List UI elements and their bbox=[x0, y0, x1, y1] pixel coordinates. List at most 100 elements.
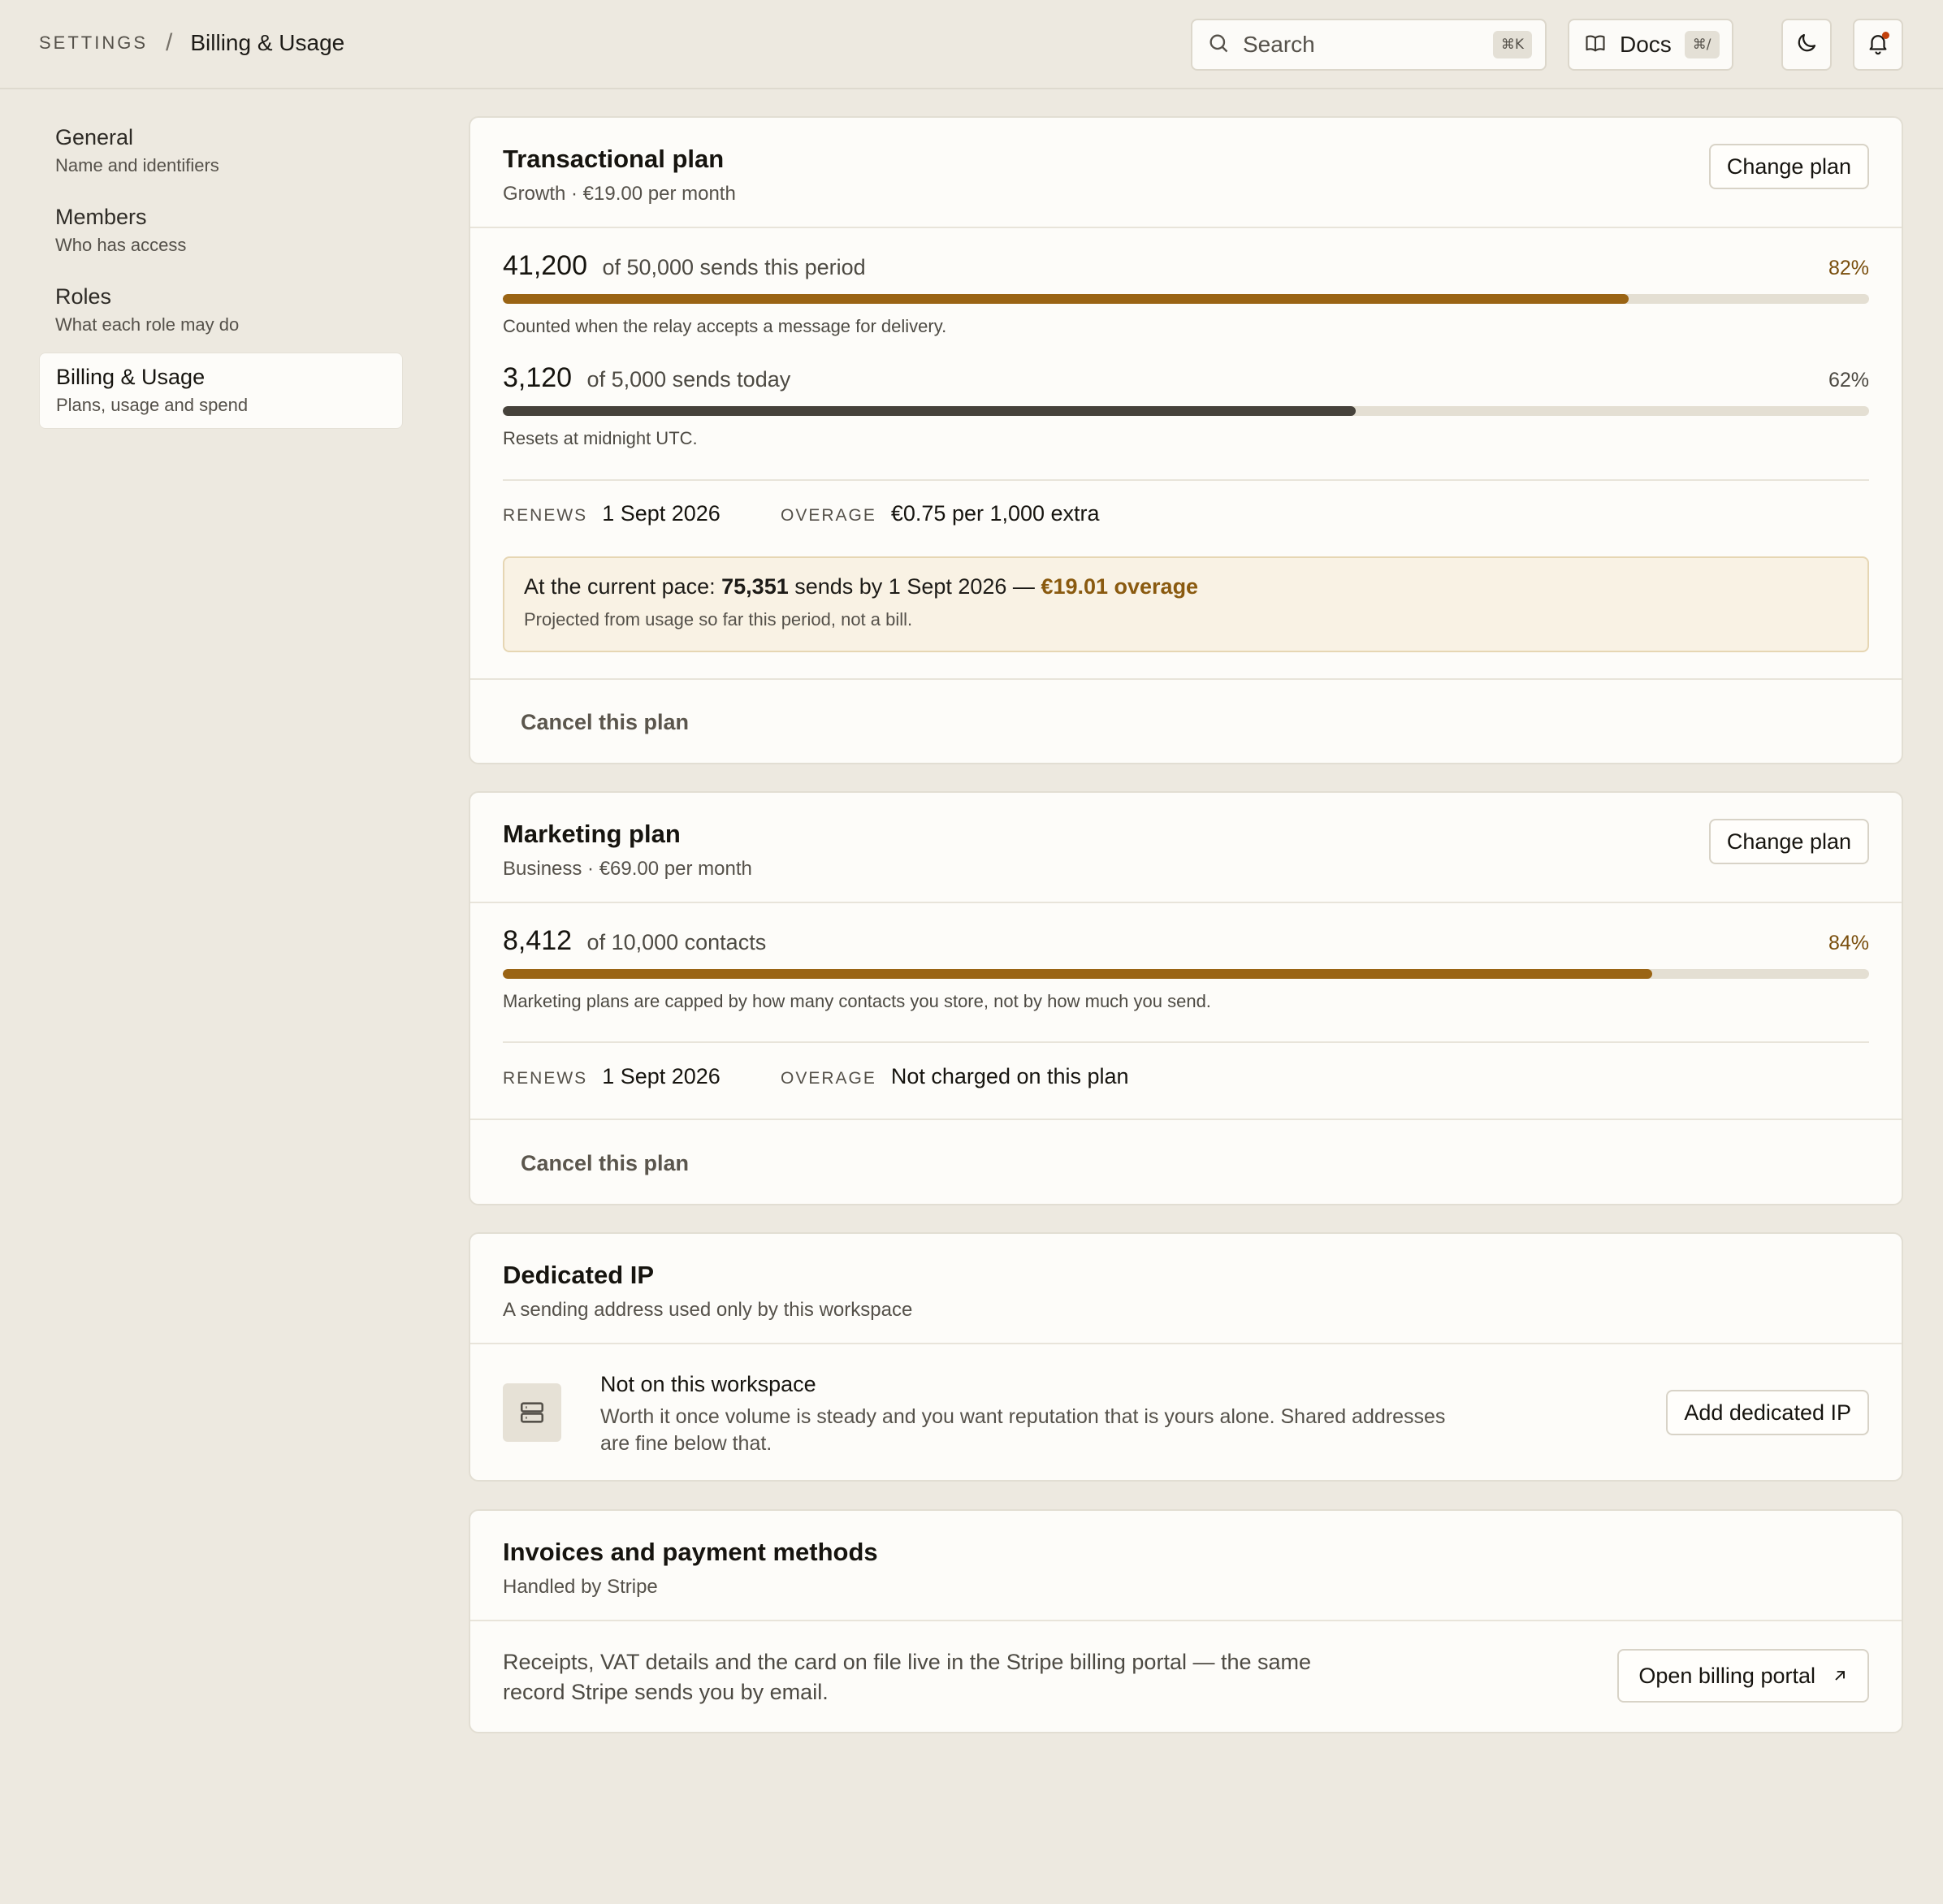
sidebar-item-description: Plans, usage and spend bbox=[56, 395, 249, 415]
progress-track bbox=[503, 406, 1869, 416]
sidebar-item-description: Name and identifiers bbox=[55, 155, 219, 175]
top-bar: SETTINGS / Billing & Usage Search ⌘K Doc… bbox=[0, 0, 1943, 89]
card-title: Dedicated IP bbox=[503, 1261, 655, 1289]
sidebar-item-general[interactable]: General Name and identifiers bbox=[39, 114, 403, 190]
divider bbox=[470, 902, 1902, 903]
notifications-button[interactable] bbox=[1853, 19, 1903, 71]
search-shortcut: ⌘K bbox=[1492, 31, 1532, 58]
search-icon bbox=[1207, 32, 1230, 58]
usage-value: 3,120 bbox=[503, 362, 573, 393]
book-icon bbox=[1584, 32, 1607, 58]
usage-limit: of 10,000 contacts bbox=[586, 930, 767, 954]
period-progress-bar bbox=[503, 294, 1869, 304]
divider bbox=[470, 1343, 1902, 1344]
usage-limit: of 50,000 sends this period bbox=[602, 255, 866, 279]
progress-fill bbox=[503, 969, 1652, 979]
card-subtitle: Business · €69.00 per month bbox=[503, 858, 752, 880]
docs-label: Docs bbox=[1620, 32, 1672, 57]
sidebar-item-label: General bbox=[55, 125, 134, 149]
usage-limit: of 5,000 sends today bbox=[586, 367, 791, 392]
progress-track bbox=[503, 969, 1869, 979]
sidebar-item-description: What each role may do bbox=[55, 314, 240, 335]
invoices-card: Invoices and payment methods Handled by … bbox=[469, 1509, 1903, 1733]
usage-percent: 84% bbox=[1828, 932, 1869, 954]
server-icon bbox=[503, 1383, 561, 1442]
sidebar-item-label: Roles bbox=[55, 284, 112, 309]
renews-key: RENEWS bbox=[503, 1069, 588, 1088]
usage-value: 8,412 bbox=[503, 925, 573, 956]
breadcrumb-current: Billing & Usage bbox=[190, 30, 345, 55]
sidebar-item-label: Members bbox=[55, 205, 147, 229]
renews-value: 1 Sept 2026 bbox=[602, 1064, 721, 1088]
card-title: Invoices and payment methods bbox=[503, 1538, 878, 1566]
notification-dot bbox=[1882, 32, 1889, 39]
sidebar-item-roles[interactable]: Roles What each role may do bbox=[39, 273, 403, 349]
overage-value: €0.75 per 1,000 extra bbox=[890, 501, 1100, 526]
docs-button[interactable]: Docs ⌘/ bbox=[1568, 19, 1733, 71]
overage-key: OVERAGE bbox=[781, 506, 876, 525]
sidebar-item-members[interactable]: Members Who has access bbox=[39, 193, 403, 270]
overage-value: Not charged on this plan bbox=[890, 1064, 1129, 1088]
projection-middle: sends by 1 Sept 2026 — bbox=[788, 574, 1041, 599]
renews-info: RENEWS 1 Sept 2026 bbox=[503, 1064, 721, 1089]
progress-fill bbox=[503, 406, 1356, 416]
button-label: Open billing portal bbox=[1638, 1663, 1815, 1688]
sidebar-item-label: Billing & Usage bbox=[56, 365, 206, 389]
theme-toggle-button[interactable] bbox=[1781, 19, 1832, 71]
external-link-icon bbox=[1832, 1668, 1848, 1684]
projection-overage: €19.01 overage bbox=[1041, 574, 1199, 599]
divider bbox=[503, 1041, 1869, 1043]
divider bbox=[470, 227, 1902, 228]
usage-note: Marketing plans are capped by how many c… bbox=[503, 991, 1211, 1011]
usage-projection: At the current pace: 75,351 sends by 1 S… bbox=[503, 556, 1869, 652]
status-title: Not on this workspace bbox=[600, 1372, 816, 1396]
projection-sends: 75,351 bbox=[721, 574, 789, 599]
search-input[interactable]: Search ⌘K bbox=[1191, 19, 1547, 71]
change-plan-button[interactable]: Change plan bbox=[1708, 144, 1869, 189]
breadcrumb-root[interactable]: SETTINGS bbox=[39, 32, 148, 54]
projection-prefix: At the current pace: bbox=[524, 574, 722, 599]
sidebar-item-billing[interactable]: Billing & Usage Plans, usage and spend bbox=[39, 353, 403, 429]
breadcrumb-separator: / bbox=[166, 29, 173, 56]
contacts-progress-bar bbox=[503, 969, 1869, 979]
settings-sidebar: General Name and identifiers Members Who… bbox=[39, 114, 403, 432]
period-usage-meter: 41,200 of 50,000 sends this period 82% bbox=[503, 250, 1869, 286]
add-dedicated-ip-button[interactable]: Add dedicated IP bbox=[1666, 1390, 1869, 1435]
moon-icon bbox=[1794, 31, 1819, 59]
sidebar-item-description: Who has access bbox=[55, 235, 187, 255]
dedicated-ip-status: Not on this workspace Worth it once volu… bbox=[600, 1372, 1461, 1457]
usage-value: 41,200 bbox=[503, 250, 587, 281]
divider bbox=[503, 479, 1869, 481]
search-label: Search bbox=[1243, 32, 1315, 57]
progress-track bbox=[503, 294, 1869, 304]
overage-key: OVERAGE bbox=[781, 1069, 876, 1088]
divider bbox=[470, 1620, 1902, 1621]
cancel-plan-button[interactable]: Cancel this plan bbox=[521, 710, 689, 735]
renews-value: 1 Sept 2026 bbox=[602, 501, 721, 526]
docs-shortcut: ⌘/ bbox=[1684, 31, 1720, 58]
projection-text: At the current pace: 75,351 sends by 1 S… bbox=[524, 574, 1848, 599]
dedicated-ip-card: Dedicated IP A sending address used only… bbox=[469, 1232, 1903, 1482]
overage-info: OVERAGE €0.75 per 1,000 extra bbox=[781, 501, 1100, 526]
contacts-usage-meter: 8,412 of 10,000 contacts 84% bbox=[503, 925, 1869, 961]
projection-note: Projected from usage so far this period,… bbox=[524, 609, 913, 630]
card-subtitle: Growth · €19.00 per month bbox=[503, 183, 736, 205]
invoices-description: Receipts, VAT details and the card on fi… bbox=[503, 1650, 1312, 1704]
cancel-plan-button[interactable]: Cancel this plan bbox=[521, 1151, 689, 1176]
usage-note: Resets at midnight UTC. bbox=[503, 428, 698, 448]
change-plan-button[interactable]: Change plan bbox=[1708, 819, 1869, 864]
card-subtitle: Handled by Stripe bbox=[503, 1576, 658, 1598]
card-title: Transactional plan bbox=[503, 145, 725, 173]
daily-progress-bar bbox=[503, 406, 1869, 416]
open-billing-portal-button[interactable]: Open billing portal bbox=[1617, 1649, 1869, 1703]
breadcrumb: SETTINGS / Billing & Usage bbox=[39, 29, 344, 57]
renews-info: RENEWS 1 Sept 2026 bbox=[503, 501, 721, 526]
status-description: Worth it once volume is steady and you w… bbox=[600, 1405, 1446, 1455]
card-subtitle: A sending address used only by this work… bbox=[503, 1299, 913, 1321]
daily-usage-meter: 3,120 of 5,000 sends today 62% bbox=[503, 362, 1869, 398]
progress-fill bbox=[503, 294, 1629, 304]
overage-info: OVERAGE Not charged on this plan bbox=[781, 1064, 1129, 1089]
usage-percent: 82% bbox=[1828, 257, 1869, 279]
card-title: Marketing plan bbox=[503, 820, 681, 848]
usage-percent: 62% bbox=[1828, 369, 1869, 392]
